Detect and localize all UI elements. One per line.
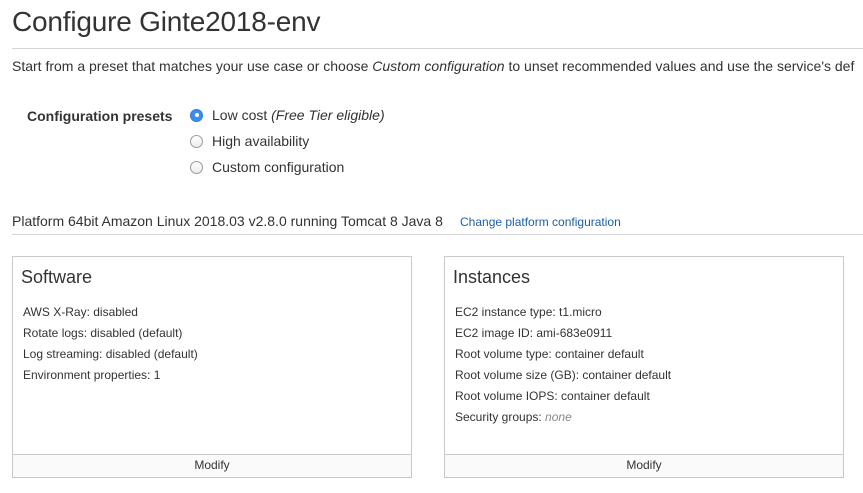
- preset-option-low-cost[interactable]: Low cost (Free Tier eligible): [190, 105, 385, 125]
- preset-option-high-availability[interactable]: High availability: [190, 131, 309, 151]
- software-setting-xray: AWS X-Ray: disabled: [23, 305, 138, 319]
- instances-setting-instance-type: EC2 instance type: t1.micro: [455, 305, 602, 319]
- software-setting-rotate-logs: Rotate logs: disabled (default): [23, 326, 183, 340]
- platform-description: Platform 64bit Amazon Linux 2018.03 v2.8…: [12, 213, 443, 229]
- instances-card: Instances EC2 instance type: t1.micro EC…: [444, 256, 844, 478]
- configure-environment-page: Configure Ginte2018-env Start from a pre…: [0, 0, 863, 493]
- change-platform-configuration-link[interactable]: Change platform configuration: [460, 215, 621, 229]
- instances-setting-root-volume-size: Root volume size (GB): container default: [455, 368, 672, 382]
- software-modify-button[interactable]: Modify: [13, 454, 411, 477]
- preset-option-low-cost-label: Low cost: [212, 107, 272, 123]
- configuration-presets-label: Configuration presets: [27, 108, 173, 124]
- instances-card-title: Instances: [453, 267, 531, 287]
- security-groups-value: none: [545, 410, 572, 424]
- software-card: Software AWS X-Ray: disabled Rotate logs…: [12, 256, 412, 478]
- security-groups-label: Security groups:: [455, 410, 546, 424]
- software-setting-environment-properties: Environment properties: 1: [23, 368, 161, 382]
- software-settings-list: AWS X-Ray: disabled Rotate logs: disable…: [23, 302, 198, 386]
- preset-option-high-availability-label: High availability: [212, 133, 310, 149]
- radio-unselected-icon[interactable]: [190, 134, 203, 148]
- page-title: Configure Ginte2018-env: [12, 6, 321, 37]
- preset-option-custom-configuration[interactable]: Custom configuration: [190, 157, 344, 177]
- instances-settings-list: EC2 instance type: t1.micro EC2 image ID…: [455, 302, 671, 428]
- instances-setting-root-volume-type: Root volume type: container default: [455, 347, 644, 361]
- instances-setting-image-id: EC2 image ID: ami-683e0911: [455, 326, 613, 340]
- intro-text-part1: Start from a preset that matches your us…: [12, 58, 373, 74]
- instances-modify-button[interactable]: Modify: [445, 454, 843, 477]
- intro-text-emphasis: Custom configuration: [372, 58, 505, 74]
- instances-setting-security-groups: Security groups: none: [455, 407, 671, 428]
- preset-option-custom-configuration-label: Custom configuration: [212, 159, 345, 175]
- intro-text-part2: to unset recommended values and use the …: [504, 58, 855, 74]
- radio-unselected-icon[interactable]: [190, 160, 203, 174]
- software-card-title: Software: [21, 267, 93, 287]
- platform-divider: [12, 234, 863, 235]
- title-divider: [12, 48, 863, 49]
- preset-option-low-cost-note: (Free Tier eligible): [271, 107, 385, 123]
- radio-selected-icon[interactable]: [190, 108, 203, 122]
- instances-setting-root-volume-iops: Root volume IOPS: container default: [455, 389, 650, 403]
- intro-text: Start from a preset that matches your us…: [12, 58, 854, 74]
- software-setting-log-streaming: Log streaming: disabled (default): [23, 347, 198, 361]
